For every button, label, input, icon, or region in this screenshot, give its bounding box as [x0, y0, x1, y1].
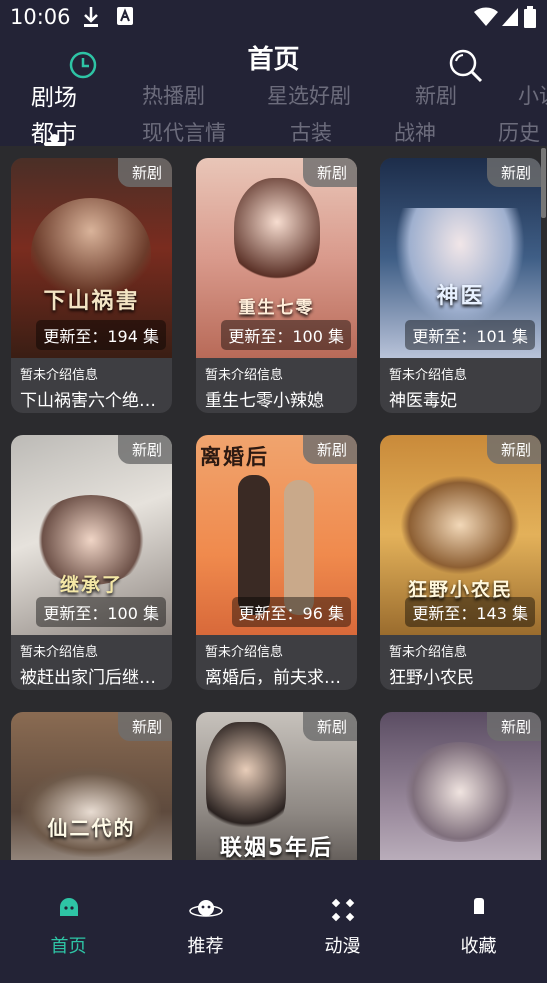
- wifi-icon: [474, 7, 498, 31]
- new-badge: 新剧: [486, 435, 541, 464]
- tab-hot-dramas[interactable]: 热播剧: [142, 80, 205, 110]
- nav-home-label: 首页: [50, 936, 87, 957]
- home-ghost-icon: [58, 898, 80, 922]
- drama-poster: 继承了 新剧 更新至：100 集: [11, 435, 172, 635]
- drama-card[interactable]: 继承了 新剧 更新至：100 集 暂未介绍信息 被赶出家门后继…: [11, 435, 172, 690]
- nav-recommend[interactable]: 推荐: [137, 860, 274, 983]
- new-badge: 新剧: [486, 712, 541, 741]
- drama-poster: 重生七零 新剧 更新至：100 集: [196, 158, 357, 358]
- drama-poster: 联姻5年后 新剧: [196, 712, 357, 860]
- episode-update: 更新至：100 集: [221, 320, 351, 350]
- episode-update: 更新至：194 集: [36, 320, 166, 350]
- episode-update: 更新至：100 集: [36, 597, 166, 627]
- drama-title: 神医毒妃: [389, 391, 457, 411]
- nav-anime-label: 动漫: [324, 936, 361, 957]
- status-time: 10:06: [10, 5, 71, 29]
- drama-card[interactable]: 下山祸害 新剧 更新至：194 集 暂未介绍信息 下山祸害六个绝…: [11, 158, 172, 413]
- poster-title-text: 继承了: [59, 574, 123, 596]
- drama-poster: 仙二代的 新剧: [11, 712, 172, 860]
- new-badge: 新剧: [302, 158, 357, 187]
- drama-title: 重生七零小辣媳: [205, 391, 324, 411]
- subtab-history[interactable]: 历史: [498, 117, 540, 147]
- drama-poster: 神医 新剧 更新至：101 集: [380, 158, 541, 358]
- drama-card[interactable]: 神医 新剧 更新至：101 集 暂未介绍信息 神医毒妃: [380, 158, 541, 413]
- signal-icon: [501, 7, 519, 31]
- nav-favorites-label: 收藏: [460, 936, 497, 957]
- nav-anime[interactable]: 动漫: [274, 860, 411, 983]
- drama-card[interactable]: 联姻5年后 新剧: [196, 712, 357, 860]
- poster-title-text: 联姻5年后: [219, 836, 334, 860]
- poster-title-text: 离婚后: [200, 445, 269, 469]
- app-notification-icon: [116, 6, 134, 30]
- drama-grid: 下山祸害 新剧 更新至：194 集 暂未介绍信息 下山祸害六个绝… 重生七零 新…: [0, 146, 547, 860]
- intro-text: 暂未介绍信息: [389, 368, 468, 383]
- tab-novels[interactable]: 小说: [518, 80, 547, 110]
- bookmark-icon: [472, 898, 486, 918]
- grid-icon: [331, 898, 355, 926]
- intro-text: 暂未介绍信息: [20, 368, 99, 383]
- drama-card[interactable]: 离婚后 新剧 更新至：96 集 暂未介绍信息 离婚后，前夫求…: [196, 435, 357, 690]
- drama-title: 狂野小农民: [389, 668, 474, 688]
- tab-theater[interactable]: 剧场: [31, 78, 77, 112]
- drama-card[interactable]: 仙二代的 新剧: [11, 712, 172, 860]
- new-badge: 新剧: [117, 712, 172, 741]
- new-badge: 新剧: [302, 435, 357, 464]
- episode-update: 更新至：96 集: [231, 597, 351, 627]
- new-badge: 新剧: [117, 158, 172, 187]
- poster-title-text: 重生七零: [238, 298, 315, 318]
- intro-text: 暂未介绍信息: [389, 645, 468, 660]
- battery-icon: [524, 6, 536, 32]
- download-icon: [82, 6, 100, 32]
- nav-favorites[interactable]: 收藏: [410, 860, 547, 983]
- drama-poster: 下山祸害 新剧 更新至：194 集: [11, 158, 172, 358]
- episode-update: 更新至：143 集: [405, 597, 535, 627]
- drama-poster: 离婚后 新剧 更新至：96 集: [196, 435, 357, 635]
- intro-text: 暂未介绍信息: [205, 368, 284, 383]
- subtab-costume[interactable]: 古装: [290, 117, 332, 147]
- tab-featured-dramas[interactable]: 星选好剧: [267, 80, 351, 110]
- drama-poster: 新剧: [380, 712, 541, 860]
- new-badge: 新剧: [117, 435, 172, 464]
- subtab-modern-romance[interactable]: 现代言情: [142, 117, 226, 147]
- drama-title: 离婚后，前夫求…: [205, 668, 341, 688]
- drama-poster: 狂野小农民 新剧 更新至：143 集: [380, 435, 541, 635]
- drama-title: 下山祸害六个绝…: [20, 391, 156, 411]
- scrollbar[interactable]: [541, 148, 546, 218]
- intro-text: 暂未介绍信息: [20, 645, 99, 660]
- poster-title-text: 神医: [436, 284, 485, 309]
- poster-title-text: 仙二代的: [47, 816, 136, 840]
- drama-title: 被赶出家门后继…: [20, 668, 156, 688]
- poster-title-text: 下山祸害: [43, 289, 140, 314]
- drama-card[interactable]: 重生七零 新剧 更新至：100 集 暂未介绍信息 重生七零小辣媳: [196, 158, 357, 413]
- episode-update: 更新至：101 集: [405, 320, 535, 350]
- subtab-war-god[interactable]: 战神: [394, 117, 436, 147]
- new-badge: 新剧: [302, 712, 357, 741]
- nav-home[interactable]: 首页: [0, 860, 137, 983]
- drama-card[interactable]: 狂野小农民 新剧 更新至：143 集 暂未介绍信息 狂野小农民: [380, 435, 541, 690]
- drama-card[interactable]: 新剧: [380, 712, 541, 860]
- bottom-nav: 首页 推荐 动漫 收藏: [0, 860, 547, 983]
- planet-icon: [188, 898, 223, 924]
- nav-recommend-label: 推荐: [187, 936, 224, 957]
- tab-new-dramas[interactable]: 新剧: [415, 80, 457, 110]
- new-badge: 新剧: [486, 158, 541, 187]
- status-bar: 10:06: [0, 0, 547, 34]
- top-header: 首页 剧场 热播剧 星选好剧 新剧 小说 都市 现代言情 古装 战神 历史: [0, 34, 547, 147]
- intro-text: 暂未介绍信息: [205, 645, 284, 660]
